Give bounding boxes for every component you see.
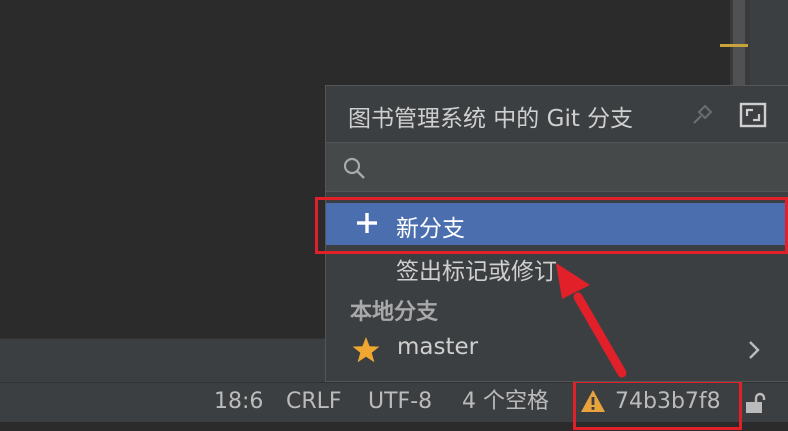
- local-branches-heading: 本地分支: [350, 300, 439, 325]
- annotation-arrow: [556, 263, 627, 378]
- caret-position[interactable]: 18:6: [214, 388, 263, 416]
- editor-scrollbar-thumb[interactable]: [733, 0, 745, 95]
- branch-name: master: [397, 334, 479, 360]
- search-icon: [343, 157, 365, 179]
- indent-setting[interactable]: 4 个空格: [462, 388, 549, 416]
- expand-icon[interactable]: [739, 102, 767, 128]
- file-encoding[interactable]: UTF-8: [368, 388, 432, 416]
- branch-search-row[interactable]: [326, 142, 788, 192]
- popup-header: 图书管理系统 中的 Git 分支: [326, 86, 788, 142]
- error-stripe-marker[interactable]: [720, 44, 748, 47]
- unlock-icon[interactable]: [744, 392, 766, 414]
- branch-search-input[interactable]: [376, 151, 770, 185]
- chevron-right-icon[interactable]: [744, 338, 764, 362]
- pin-icon[interactable]: [690, 103, 714, 127]
- star-icon: [352, 337, 380, 363]
- new-branch-highlight: [315, 197, 788, 254]
- git-widget-highlight: [573, 380, 742, 430]
- popup-title: 图书管理系统 中的 Git 分支: [348, 106, 634, 132]
- line-separator[interactable]: CRLF: [286, 388, 342, 416]
